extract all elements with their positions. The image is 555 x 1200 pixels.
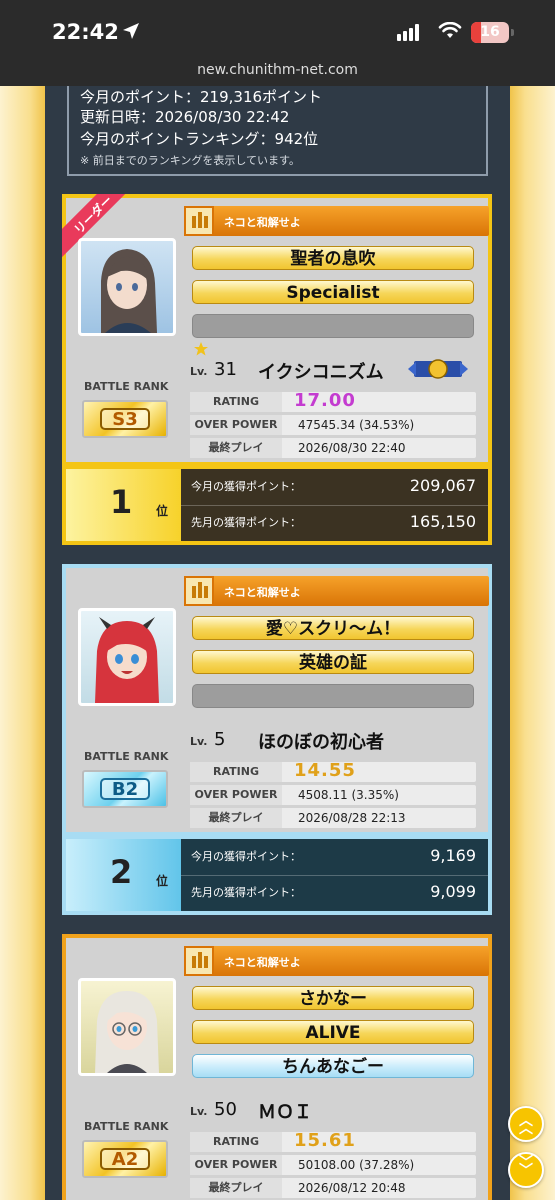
over-power-value: 4508.11 (3.35%) [298,788,399,802]
rank-points: 今月の獲得ポイント： 209,067 先月の獲得ポイント： 165,150 [181,469,488,541]
title-plate: さかなー [192,986,474,1010]
last-play-row: 最終プレイ 2026/08/30 22:40 [190,438,476,458]
title-plate: ちんあなごー [192,1054,474,1078]
page-side-left [0,86,45,1200]
status-time: 22:42 [52,20,119,44]
player-name: ほのぼの初心者 [258,732,384,753]
this-month-points: 9,169 [430,846,476,865]
rank-position: 1 位 [66,469,181,541]
player-level: 31 [214,359,237,380]
status-bar: 22:42 16 [0,0,555,60]
player-name: イクシコニズム [258,362,384,383]
title-plate: 愛♡スクリ～ム！ [192,616,474,640]
team-icon [184,576,214,606]
location-arrow-icon [123,23,139,39]
rating-value: 17.00 [294,390,356,411]
last-play-value: 2026/08/28 22:13 [298,811,406,825]
wifi-icon [438,22,462,38]
team-name-tag: ネコと和解せよ [184,576,489,606]
last-play-value: 2026/08/30 22:40 [298,441,406,455]
month-points: 今月のポイント：219,316ポイント [80,88,323,106]
team-icon [184,206,214,236]
team-name-tag: ネコと和解せよ [184,946,489,976]
last-play-value: 2026/08/12 20:48 [298,1181,406,1195]
title-plate: ALIVE [192,1020,474,1044]
last-play-row: 最終プレイ 2026/08/28 22:13 [190,808,476,828]
rating-row: RATING 17.00 [190,390,476,412]
battery-tip [511,29,514,36]
battle-rank-badge: S3 [82,400,168,438]
rating-value: 14.55 [294,760,356,781]
rank-bar: 1 位 今月の獲得ポイント： 209,067 先月の獲得ポイント： 165,15… [66,469,488,541]
team-name-tag: ネコと和解せよ [184,206,489,236]
battle-rank-label: BATTLE RANK [84,1120,169,1133]
rating-row: RATING 14.55 [190,760,476,782]
ranking-note: ※ 前日までのランキングを表示しています。 [80,154,300,167]
title-plate: Specialist [192,280,474,304]
star-icon [194,342,208,356]
rating-value: 15.61 [294,1130,356,1151]
member-card[interactable]: ネコと和解せよ 愛♡スクリ～ム！ 英雄の証 Lv. 5 ほのぼの初心者 RATI… [62,564,492,915]
player-level: 50 [214,1099,237,1120]
scroll-down-button[interactable]: ﹀ ﹀ [508,1152,544,1188]
title-plate: 聖者の息吹 [192,246,474,270]
rating-row: RATING 15.61 [190,1130,476,1152]
over-power-value: 47545.34 (34.53%) [298,418,415,432]
level-row: Lv. 50 ＭＯＩ [190,1099,312,1123]
member-card[interactable]: ネコと和解せよ さかなー ALIVE ちんあなごー Lv. 50 ＭＯＩ RAT… [62,934,492,1200]
over-power-row: OVER POWER 47545.34 (34.53%) [190,415,476,435]
page-side-right [510,86,555,1200]
battle-rank-badge: A2 [82,1140,168,1178]
last-month-points: 9,099 [430,882,476,901]
title-plate-empty [192,684,474,708]
player-name: ＭＯＩ [258,1102,312,1123]
player-level: 5 [214,729,226,750]
over-power-row: OVER POWER 50108.00 (37.28%) [190,1155,476,1175]
class-emblem-icon [408,359,468,379]
battery-icon: 16 [471,22,509,43]
avatar[interactable] [78,978,176,1076]
url-bar[interactable]: new.chunithm-net.com [0,60,555,86]
rank-bar: 2 位 今月の獲得ポイント： 9,169 先月の獲得ポイント： 9,099 [66,839,488,911]
battery-level: 16 [480,24,500,40]
over-power-row: OVER POWER 4508.11 (3.35%) [190,785,476,805]
battle-rank-label: BATTLE RANK [84,380,169,393]
chevron-up-icon: ︿ [519,1121,533,1137]
team-summary-box: 今月のポイント：219,316ポイント 更新日時：2026/08/30 22:4… [67,86,488,176]
battle-rank-label: BATTLE RANK [84,750,169,763]
scroll-up-button[interactable]: ︿ ︿ [508,1106,544,1142]
month-ranking: 今月のポイントランキング：942位 [80,130,319,148]
rank-points: 今月の獲得ポイント： 9,169 先月の獲得ポイント： 9,099 [181,839,488,911]
member-card[interactable]: リーダー ネコと和解せよ 聖者の息吹 Specialist Lv. 31 イクシ… [62,194,492,545]
title-plate: 英雄の証 [192,650,474,674]
over-power-value: 50108.00 (37.28%) [298,1158,415,1172]
chevron-down-icon: ﹀ [519,1163,533,1179]
rank-position: 2 位 [66,839,181,911]
level-row: Lv. 31 イクシコニズム [190,342,480,383]
avatar[interactable] [78,238,176,336]
last-month-points: 165,150 [409,512,476,531]
updated-time: 更新日時：2026/08/30 22:42 [80,108,290,126]
title-plate-empty [192,314,474,338]
battle-rank-badge: B2 [82,770,168,808]
level-row: Lv. 5 ほのぼの初心者 [190,729,384,753]
team-icon [184,946,214,976]
this-month-points: 209,067 [409,476,476,495]
avatar[interactable] [78,608,176,706]
last-play-row: 最終プレイ 2026/08/12 20:48 [190,1178,476,1198]
